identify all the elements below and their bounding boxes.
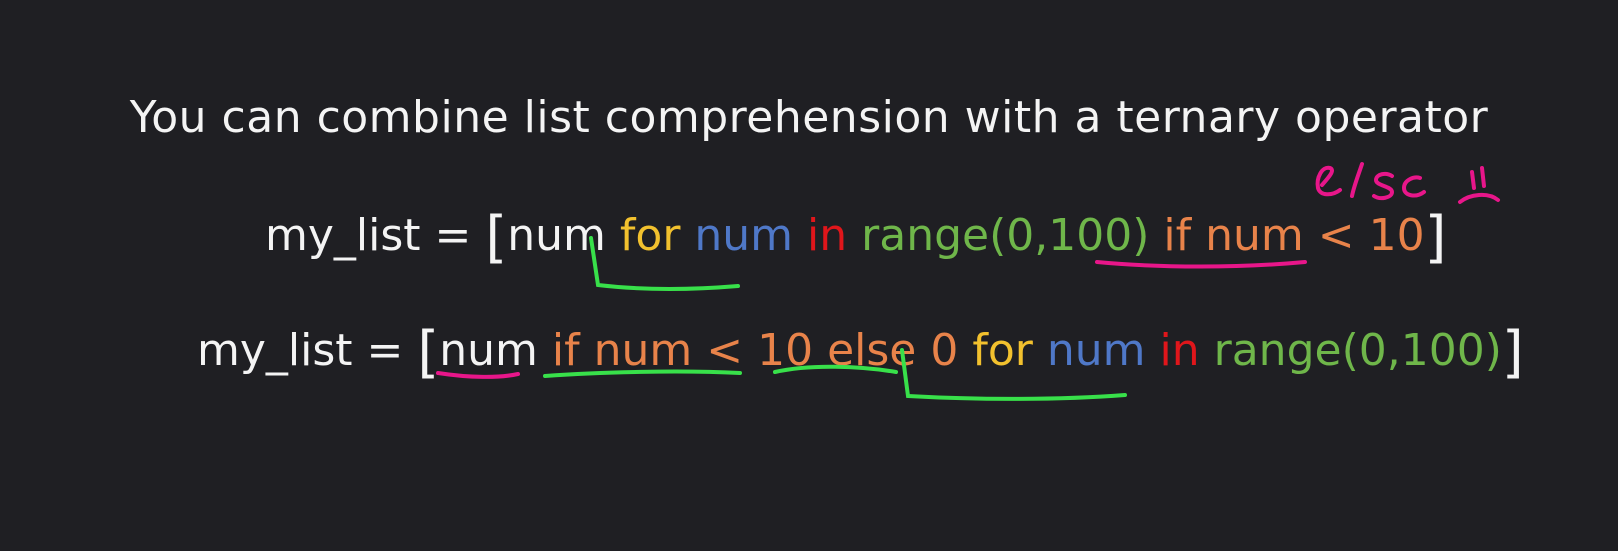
pink-underline-condition	[1095, 260, 1307, 269]
handwritten-else-note	[1315, 162, 1500, 204]
green-underline-for-clause	[589, 236, 740, 291]
handwritten-annotations	[436, 162, 1500, 401]
green-underline-for-clause-2	[900, 348, 1127, 401]
green-underline-if-condition	[543, 369, 742, 378]
slide: You can combine list comprehension with …	[0, 0, 1618, 551]
pink-underline-expression	[436, 371, 520, 379]
green-underline-else	[773, 364, 898, 374]
